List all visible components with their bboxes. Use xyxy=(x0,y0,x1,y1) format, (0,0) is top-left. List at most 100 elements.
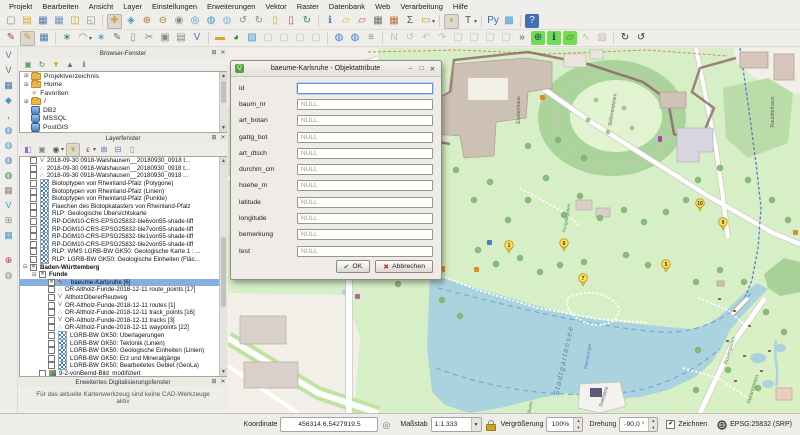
add-wfs-layer-icon[interactable]: V xyxy=(2,198,16,212)
layer-visibility-checkbox[interactable] xyxy=(48,317,55,324)
add-raster-layer-icon[interactable]: ▦ xyxy=(2,78,16,92)
select-grayed-icon[interactable]: ↖ xyxy=(579,31,593,45)
filter-legend-icon[interactable]: ▼ xyxy=(66,143,80,157)
pan-to-selection-icon[interactable]: ◈ xyxy=(124,14,138,28)
select-features-icon[interactable]: ▱ xyxy=(339,14,353,28)
data-source-manager-icon[interactable]: V xyxy=(2,48,16,62)
layer-item[interactable]: RP-DGM10-CRS-EPSG25832-tile2von55-shade-… xyxy=(20,241,226,249)
layer-visibility-checkbox[interactable] xyxy=(48,286,55,293)
scroll-thumb[interactable] xyxy=(221,237,226,307)
layer-item[interactable]: ✕✎∴baeume-Karlsruhe [6] xyxy=(20,279,226,287)
ok-button[interactable]: ✔ OK xyxy=(336,260,371,273)
layer-visibility-checkbox[interactable] xyxy=(30,248,37,255)
menu-web[interactable]: Web xyxy=(370,2,395,11)
menu-einstellungen[interactable]: Einstellungen xyxy=(147,2,202,11)
layer-item[interactable]: ⊟✕Baden-Württemberg xyxy=(20,263,226,271)
plugins-icon[interactable]: ▩ xyxy=(502,14,516,28)
attribute-table-icon[interactable]: ▦ xyxy=(371,14,385,28)
layer-item[interactable]: RP-DGM10-CRS-EPSG25832-tile6von55-shade-… xyxy=(20,218,226,226)
field-input-art-dtsch[interactable] xyxy=(297,148,433,159)
layer-visibility-checkbox[interactable] xyxy=(30,210,37,217)
gps-info-icon[interactable]: ℹ xyxy=(547,31,561,45)
layer-item[interactable]: ∴2018-09-30 0918-Walshausen__20180930_09… xyxy=(20,172,226,180)
crs-button[interactable]: EPSG:25832 (SRP) xyxy=(717,420,792,430)
magnifier-value[interactable] xyxy=(547,419,573,430)
undo-icon[interactable]: ↶ xyxy=(419,31,433,45)
measure-icon[interactable]: ▭ xyxy=(419,14,433,28)
layer-visibility-checkbox[interactable] xyxy=(48,355,55,362)
georeferencer-icon[interactable]: ▦ xyxy=(2,228,16,242)
layer-visibility-checkbox[interactable] xyxy=(48,332,55,339)
properties-browser-icon[interactable]: ℹ xyxy=(78,59,90,71)
browser-item-favoriten[interactable]: ★Favoriten xyxy=(20,89,226,98)
add-polygon-feature-icon[interactable]: ∗ xyxy=(94,31,108,45)
add-postgis-layer-icon[interactable]: ◍ xyxy=(2,123,16,137)
cancel-button[interactable]: ✖ Abbrechen xyxy=(375,260,433,273)
browser-item-postgis[interactable]: PostGIS xyxy=(20,123,226,132)
browser-item-home[interactable]: ⊞Home xyxy=(20,81,226,90)
layer-item[interactable]: ⊟✕Funde xyxy=(20,271,226,279)
browser-close-button[interactable]: ✕ xyxy=(219,49,227,56)
style-copy-icon[interactable]: ▢ xyxy=(261,31,275,45)
field-input-bemerkung[interactable] xyxy=(297,229,433,240)
layer-visibility-checkbox[interactable] xyxy=(30,218,37,225)
scroll-up-icon[interactable]: ▲ xyxy=(220,72,227,80)
crosshair-icon[interactable]: ⊕ xyxy=(2,253,16,267)
layer-item[interactable]: RP-DGM10-CRS-EPSG25832-tile7von55-shade-… xyxy=(20,225,226,233)
pin-labels-icon[interactable]: ▢ xyxy=(309,31,323,45)
paste-features-icon[interactable]: ▤ xyxy=(174,31,188,45)
digitizing-float-button[interactable]: ⊞ xyxy=(210,378,218,385)
field-input-durchm-cm[interactable] xyxy=(297,164,433,175)
layer-item[interactable]: Biotoptypen von Rheinland-Pfalz (Punkte) xyxy=(20,195,226,203)
dialog-titlebar[interactable]: Q baeume-Karlsruhe - Objektattribute – □… xyxy=(231,61,441,77)
add-vector-layer-icon[interactable]: V xyxy=(2,63,16,77)
layer-item[interactable]: RLP: WMS LGRB-BW GK50: Geologische Karte… xyxy=(20,248,226,256)
browser-item-projektverzeichnis[interactable]: ⊞Projektverzeichnis xyxy=(20,72,226,81)
layer-item[interactable]: Biotoptypen von Rheinland-Pfalz (Polygon… xyxy=(20,180,226,188)
expand-icon[interactable]: ⊞ xyxy=(24,99,31,105)
zoom-full-icon[interactable]: ◎ xyxy=(188,14,202,28)
layer-item[interactable]: RLP: LGRB-BW GK50: Geologische Einheiten… xyxy=(20,256,226,264)
rotate-cw-icon[interactable]: ↻ xyxy=(618,31,632,45)
layer-item[interactable]: LGRB-BW GK50: Überlagerungen xyxy=(20,332,226,340)
collapse-all-icon[interactable]: ⊟ xyxy=(112,144,124,156)
cut-features-icon[interactable]: ✂ xyxy=(142,31,156,45)
layer-visibility-checkbox[interactable] xyxy=(30,157,37,164)
menu-verarbeitung[interactable]: Verarbeitung xyxy=(395,2,448,11)
new-bookmark-icon[interactable]: ▯ xyxy=(268,14,282,28)
menu-raster[interactable]: Raster xyxy=(292,2,324,11)
extents-toggle-icon[interactable]: ◎ xyxy=(379,418,393,432)
add-circular-string-icon-dropdown[interactable]: ▾ xyxy=(89,35,92,42)
layer-item[interactable]: LGRB-BW GK50: Geologische Einheiten (Lin… xyxy=(20,347,226,355)
delete-selected-icon[interactable]: ▯ xyxy=(126,31,140,45)
map-tips-icon[interactable]: ◗ xyxy=(444,14,459,29)
new-project-icon[interactable]: ▢ xyxy=(4,14,18,28)
offset-curve-grayed-icon[interactable]: ▢ xyxy=(483,31,497,45)
save-layer-edits-icon[interactable]: ▦ xyxy=(37,31,51,45)
rotate-ccw-icon[interactable]: ↺ xyxy=(634,31,648,45)
layer-item[interactable]: ∴OR-Altholz-Funde-2018-12-11 track_point… xyxy=(20,309,226,317)
browser-item-[interactable]: ⊞/ xyxy=(20,98,226,107)
refresh-map-icon[interactable]: ↻ xyxy=(300,14,314,28)
layer-item[interactable]: VOR-Altholz-Funde-2018-12-11 routes [1] xyxy=(20,301,226,309)
menu-ansicht[interactable]: Ansicht xyxy=(84,2,119,11)
rotation-value[interactable] xyxy=(620,419,648,430)
collapse-all-browser-icon[interactable]: ▲ xyxy=(64,59,76,71)
menu-bearbeiten[interactable]: Bearbeiten xyxy=(37,2,83,11)
layer-visibility-checkbox[interactable] xyxy=(30,256,37,263)
globe-settings-icon[interactable]: ◍ xyxy=(348,31,362,45)
layer-item[interactable]: Biotoptypen von Rheinland-Pfalz (Linien) xyxy=(20,187,226,195)
gps-zoom-icon[interactable]: ⊕ xyxy=(531,31,545,45)
layer-visibility-checkbox[interactable] xyxy=(30,241,37,248)
add-wms-layer-icon[interactable]: ◍ xyxy=(2,168,16,182)
expand-icon[interactable]: ⊟ xyxy=(32,272,39,278)
ruler-icon[interactable]: ▬ xyxy=(213,31,227,45)
menu-projekt[interactable]: Projekt xyxy=(4,2,37,11)
layer-item[interactable]: 9-2-vonBernd-Bild_modifiziert xyxy=(20,370,226,377)
scale-combobox[interactable]: 1:1.333 ▼ xyxy=(431,417,482,432)
add-circular-string-icon[interactable]: ◠ xyxy=(76,31,90,45)
expand-icon[interactable]: ⊞ xyxy=(24,82,31,88)
dialog-close-button[interactable]: ✕ xyxy=(428,65,437,73)
add-selected-layers-icon[interactable]: ▣ xyxy=(22,59,34,71)
scroll-thumb[interactable] xyxy=(221,81,226,103)
